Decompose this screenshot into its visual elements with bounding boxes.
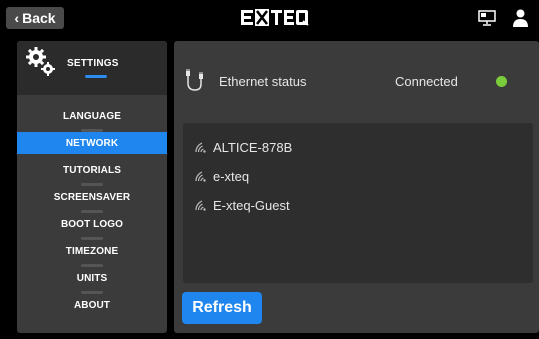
wifi-network-item[interactable]: ALTICE-878B bbox=[195, 137, 292, 157]
sidebar-item-label: TUTORIALS bbox=[63, 165, 121, 176]
refresh-button[interactable]: Refresh bbox=[182, 292, 262, 324]
ethernet-status-label: Ethernet status bbox=[219, 74, 307, 89]
settings-sidebar: SETTINGS LANGUAGE NETWORK TUTORIALS SCRE… bbox=[17, 41, 167, 333]
wifi-network-list: ALTICE-878B e-xteq E-xteq-Guest bbox=[183, 123, 533, 283]
sidebar-item-tutorials[interactable]: TUTORIALS bbox=[17, 157, 167, 186]
network-panel: Ethernet status Connected ALTICE-878B e-… bbox=[174, 41, 539, 333]
monitor-icon[interactable] bbox=[478, 10, 496, 26]
chevron-left-icon: ‹ bbox=[14, 10, 20, 26]
sidebar-item-about[interactable]: ABOUT bbox=[17, 292, 167, 319]
wifi-ssid: e-xteq bbox=[213, 168, 250, 184]
wifi-icon bbox=[195, 141, 206, 153]
screen: ‹ Back SETTINGS LANGUAGE NETWORK TUTORIA… bbox=[0, 0, 539, 339]
sidebar-item-label: UNITS bbox=[76, 273, 108, 284]
connection-status-indicator bbox=[496, 76, 507, 87]
sidebar-item-label: TIMEZONE bbox=[65, 246, 119, 257]
sidebar-item-units[interactable]: UNITS bbox=[17, 265, 167, 294]
wifi-network-item[interactable]: E-xteq-Guest bbox=[195, 195, 290, 215]
sidebar-header: SETTINGS bbox=[17, 41, 167, 95]
wifi-icon bbox=[195, 170, 206, 182]
wifi-network-item[interactable]: e-xteq bbox=[195, 166, 249, 186]
sidebar-item-label: ABOUT bbox=[73, 300, 111, 311]
sidebar-item-screensaver[interactable]: SCREENSAVER bbox=[17, 184, 167, 213]
sidebar-item-label: NETWORK bbox=[65, 137, 119, 149]
sidebar-item-language[interactable]: LANGUAGE bbox=[17, 103, 167, 132]
ethernet-status-row: Ethernet status Connected bbox=[174, 67, 539, 97]
sidebar-item-network[interactable]: NETWORK bbox=[17, 132, 167, 154]
back-button-label: Back bbox=[22, 10, 56, 26]
user-icon[interactable] bbox=[513, 9, 528, 27]
settings-title: SETTINGS bbox=[67, 58, 119, 69]
exteq-logo bbox=[241, 9, 309, 26]
back-button[interactable]: ‹ Back bbox=[6, 7, 64, 29]
sidebar-item-label: LANGUAGE bbox=[62, 111, 122, 122]
ethernet-status-value: Connected bbox=[395, 74, 458, 89]
wifi-ssid: E-xteq-Guest bbox=[213, 197, 290, 213]
ethernet-cable-icon bbox=[186, 69, 203, 91]
sidebar-item-timezone[interactable]: TIMEZONE bbox=[17, 238, 167, 267]
top-bar: ‹ Back bbox=[0, 0, 539, 34]
sidebar-item-boot-logo[interactable]: BOOT LOGO bbox=[17, 211, 167, 240]
gears-icon bbox=[26, 47, 55, 76]
settings-menu: LANGUAGE NETWORK TUTORIALS SCREENSAVER B… bbox=[17, 103, 167, 319]
settings-underline bbox=[85, 75, 107, 78]
sidebar-item-label: BOOT LOGO bbox=[60, 219, 123, 230]
wifi-ssid: ALTICE-878B bbox=[213, 139, 293, 155]
wifi-icon bbox=[195, 199, 206, 211]
sidebar-item-label: SCREENSAVER bbox=[53, 192, 131, 203]
